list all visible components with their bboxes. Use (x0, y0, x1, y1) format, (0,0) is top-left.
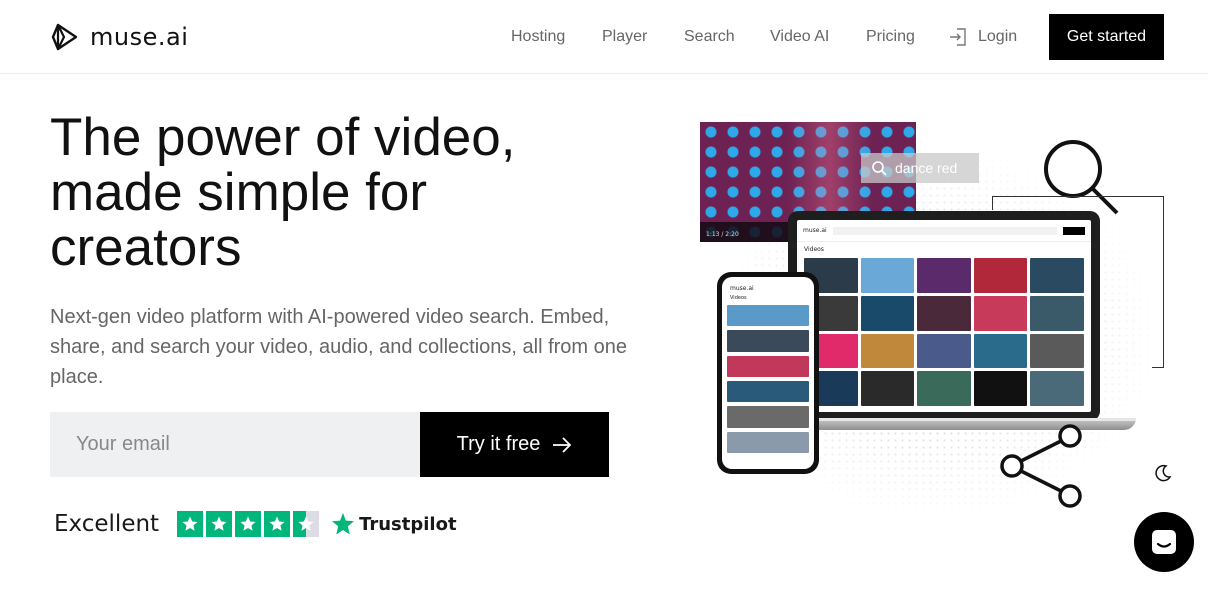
chat-button[interactable] (1134, 512, 1194, 572)
nav-hosting[interactable]: Hosting (511, 28, 565, 46)
brand-name: muse.ai (90, 23, 189, 51)
login-link[interactable]: Login (948, 27, 1017, 47)
phone-section: Videos (730, 295, 747, 301)
chat-icon (1152, 530, 1176, 554)
trust-stars (177, 511, 320, 537)
trustpilot-logo: Trustpilot (331, 512, 457, 536)
half-star-icon (293, 511, 320, 537)
video-grid (804, 258, 1084, 406)
nav-video-ai[interactable]: Video AI (770, 28, 829, 46)
moon-icon[interactable] (1153, 463, 1173, 483)
laptop-mockup: muse.ai Videos (788, 211, 1100, 421)
trustpilot-name: Trustpilot (359, 513, 457, 535)
search-query: dance red (895, 160, 958, 176)
hero-illustration: 1:13 / 2:20 dance red muse.ai Videos mus… (700, 120, 1170, 520)
laptop-brand: muse.ai (803, 227, 827, 234)
star-icon (177, 511, 204, 537)
share-icon (1000, 424, 1082, 508)
hero-title-line-2: made simple for (50, 163, 428, 222)
nav-search[interactable]: Search (684, 28, 735, 46)
laptop-section: Videos (804, 246, 824, 253)
nav-pricing[interactable]: Pricing (866, 28, 915, 46)
try-it-free-label: Try it free (456, 433, 541, 455)
email-input[interactable] (50, 412, 420, 477)
arrow-right-icon (553, 436, 572, 453)
try-it-free-button[interactable]: Try it free (420, 412, 609, 477)
phone-mockup: muse.ai Videos (717, 272, 819, 474)
hero-title-line-3: creators (50, 218, 242, 277)
phone-brand: muse.ai (730, 285, 754, 292)
login-icon (950, 28, 966, 46)
get-started-button[interactable]: Get started (1049, 14, 1164, 60)
search-query-chip: dance red (861, 153, 979, 183)
video-time: 1:13 / 2:20 (706, 231, 739, 238)
hero-title: The power of video, made simple for crea… (50, 110, 650, 275)
star-icon (264, 511, 291, 537)
nav-player[interactable]: Player (602, 28, 647, 46)
site-header: muse.ai Hosting Player Search Video AI P… (0, 0, 1208, 74)
star-icon (206, 511, 233, 537)
brand-logo[interactable]: muse.ai (50, 22, 188, 52)
star-icon (235, 511, 262, 537)
phone-video-list (727, 305, 809, 453)
trust-rating-word: Excellent (54, 511, 160, 537)
login-label: Login (978, 28, 1018, 45)
hero-subtitle: Next-gen video platform with AI-powered … (50, 306, 628, 388)
trustpilot-star-icon (332, 513, 355, 535)
muse-logo-icon (51, 23, 78, 51)
hero-title-line-1: The power of video, (50, 108, 516, 167)
trustpilot-widget[interactable]: Excellent Trustpilot (54, 511, 457, 537)
search-icon (872, 161, 887, 176)
